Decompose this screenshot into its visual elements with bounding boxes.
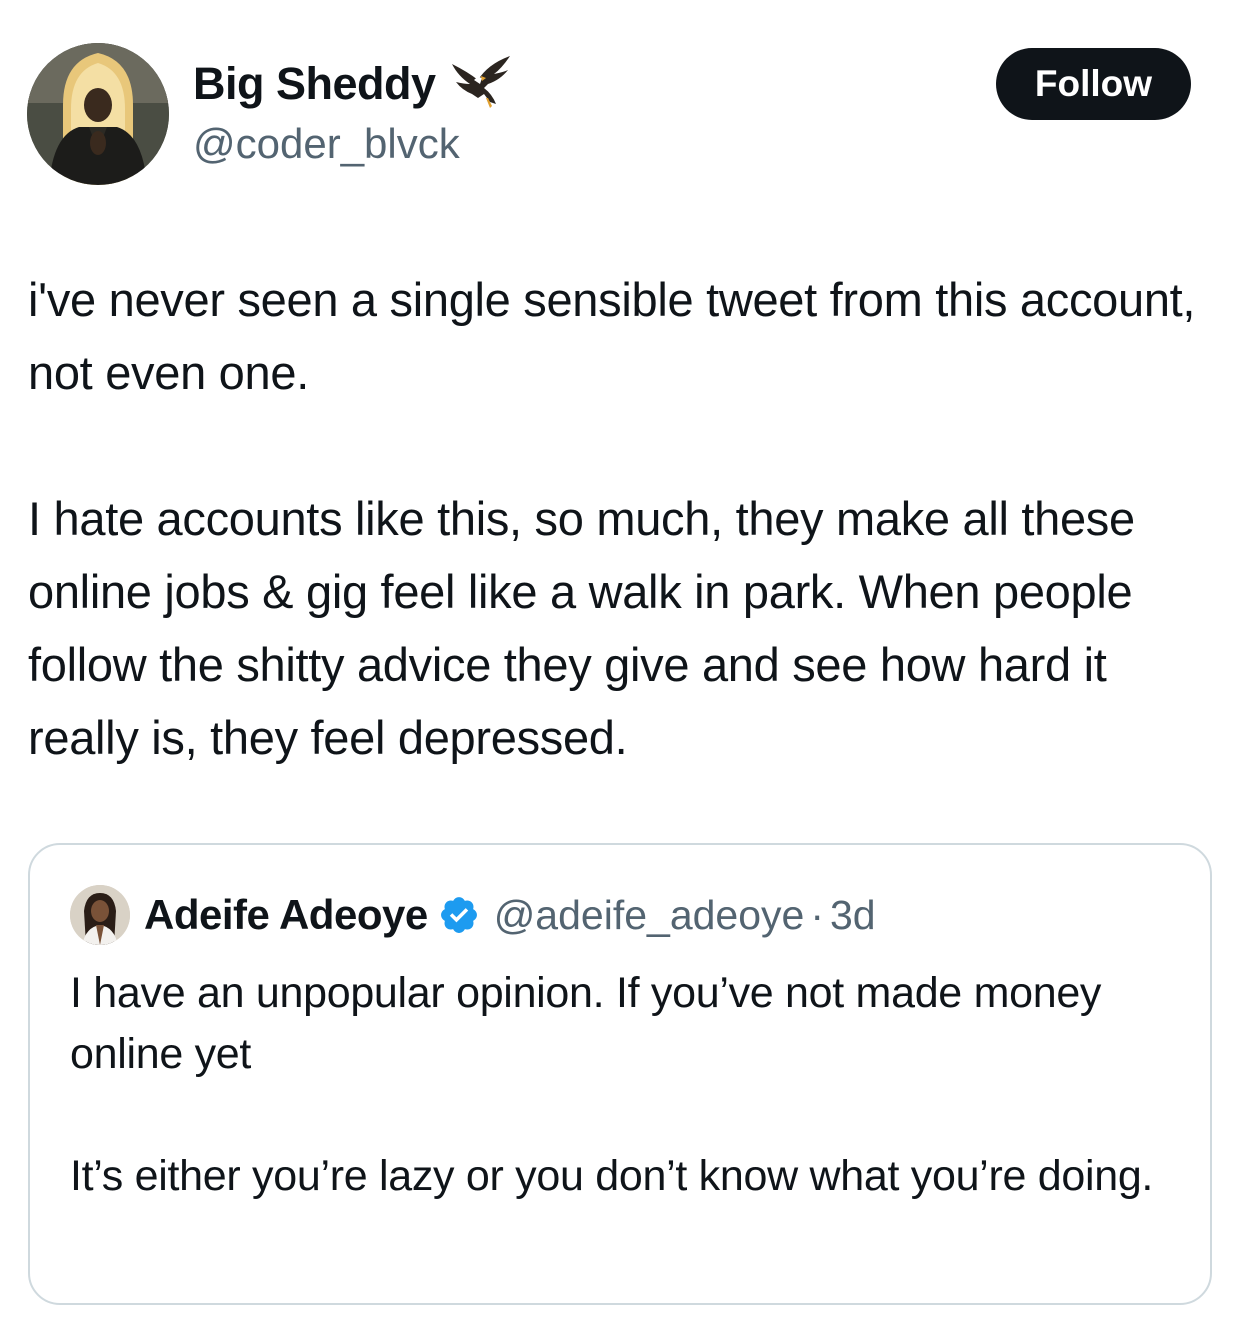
eagle-icon xyxy=(448,54,514,110)
tweet-paragraph: I hate accounts like this, so much, they… xyxy=(28,492,1135,764)
tweet-paragraph: i've never seen a single sensible tweet … xyxy=(28,273,1196,399)
verified-badge-icon xyxy=(438,894,480,936)
quoted-tweet-header: Adeife Adeoye @adeife_adeoye · 3d xyxy=(70,885,876,945)
author-handle[interactable]: @coder_blvck xyxy=(193,120,460,168)
author-name-text: Big Sheddy xyxy=(193,58,436,109)
follow-button[interactable]: Follow xyxy=(996,48,1191,120)
quoted-tweet-paragraph: I have an unpopular opinion. If you’ve n… xyxy=(70,969,1102,1078)
author-avatar[interactable] xyxy=(27,43,169,185)
author-avatar-image xyxy=(27,43,169,185)
separator-dot: · xyxy=(810,891,824,938)
author-display-name[interactable]: Big Sheddy xyxy=(193,56,514,110)
quoted-tweet-card[interactable]: Adeife Adeoye @adeife_adeoye · 3d I have… xyxy=(28,843,1212,1305)
quoted-tweet-body: I have an unpopular opinion. If you’ve n… xyxy=(70,963,1180,1207)
quoted-author-avatar xyxy=(70,885,130,945)
quoted-author-handle: @adeife_adeoye xyxy=(493,891,805,938)
quoted-author-name: Adeife Adeoye xyxy=(144,891,428,938)
tweet-body: i've never seen a single sensible tweet … xyxy=(28,263,1218,774)
quoted-tweet-time: 3d xyxy=(830,891,876,938)
quoted-tweet-paragraph: It’s either you’re lazy or you don’t kno… xyxy=(70,1152,1154,1200)
